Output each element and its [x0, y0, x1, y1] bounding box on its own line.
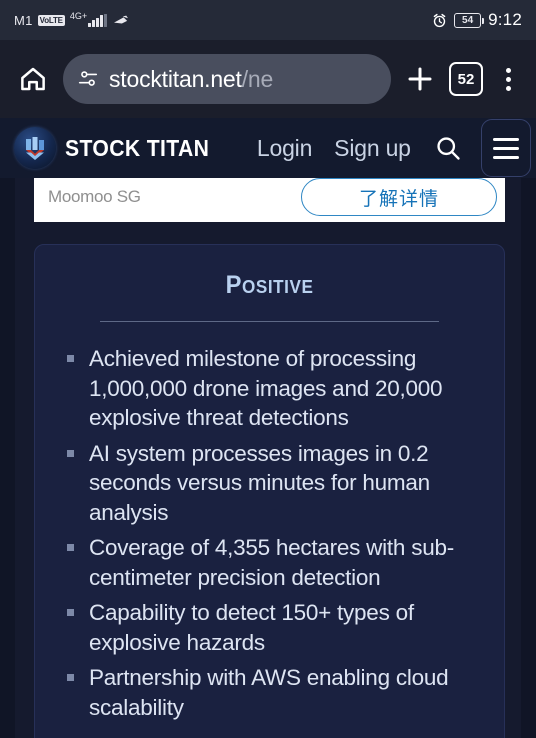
hamburger-menu-icon[interactable]	[480, 119, 531, 177]
url-text: stocktitan.net/ne	[109, 66, 273, 93]
tab-counter-button[interactable]: 52	[449, 62, 483, 96]
alarm-clock-icon	[433, 13, 446, 27]
network-type-label: 4G+	[69, 10, 88, 21]
site-header: STOCK TITAN Login Sign up	[0, 118, 536, 178]
list-item: Achieved milestone of processing 1,000,0…	[63, 344, 482, 433]
tab-count-label: 52	[457, 70, 475, 88]
status-bar-right-group: 54 9:12	[432, 10, 522, 30]
list-item: AI system processes images in 0.2 second…	[63, 439, 482, 528]
battery-icon: 54	[454, 12, 484, 28]
list-item: Capability to detect 150+ types of explo…	[63, 598, 482, 657]
url-path: /ne	[241, 65, 274, 92]
browser-toolbar: stocktitan.net/ne 52	[0, 40, 536, 118]
login-link[interactable]: Login	[257, 135, 312, 162]
list-item: Coverage of 4,355 hectares with sub-cent…	[63, 533, 482, 592]
list-item: Partnership with AWS enabling cloud scal…	[63, 663, 482, 722]
positive-bullet-list: Achieved milestone of processing 1,000,0…	[63, 344, 482, 722]
home-icon[interactable]	[13, 59, 53, 99]
volte-badge: VoLTE	[37, 14, 65, 26]
brand-name[interactable]: STOCK TITAN	[65, 135, 209, 162]
page-content: Moomoo SG 了解详情 Positive Achieved milesto…	[0, 178, 536, 738]
status-bar-left-group: M1 VoLTE 4G+	[14, 10, 130, 28]
signal-bars-icon: 4G+	[69, 10, 107, 27]
stock-titan-logo-icon[interactable]	[14, 127, 56, 169]
more-vertical-icon[interactable]	[493, 60, 523, 98]
data-transfer-icon	[113, 15, 128, 24]
clock-label: 9:12	[488, 10, 522, 29]
page-settings-icon[interactable]	[77, 68, 99, 90]
signup-link[interactable]: Sign up	[334, 135, 411, 162]
ad-banner[interactable]: Moomoo SG 了解详情	[34, 178, 505, 222]
battery-percent-label: 54	[462, 14, 474, 26]
search-icon[interactable]	[431, 131, 465, 165]
carrier-label: M1	[14, 12, 33, 28]
card-title: Positive	[225, 271, 314, 299]
card-divider	[100, 321, 439, 322]
plus-icon[interactable]	[401, 60, 439, 98]
ad-cta-button[interactable]: 了解详情	[301, 178, 497, 216]
url-host: stocktitan.net	[109, 65, 242, 92]
url-bar[interactable]: stocktitan.net/ne	[63, 54, 391, 104]
positive-highlights-card: Positive Achieved milestone of processin…	[34, 244, 505, 738]
ad-advertiser-label: Moomoo SG	[48, 187, 141, 206]
android-status-bar: M1 VoLTE 4G+ 54 9:12	[0, 0, 536, 40]
